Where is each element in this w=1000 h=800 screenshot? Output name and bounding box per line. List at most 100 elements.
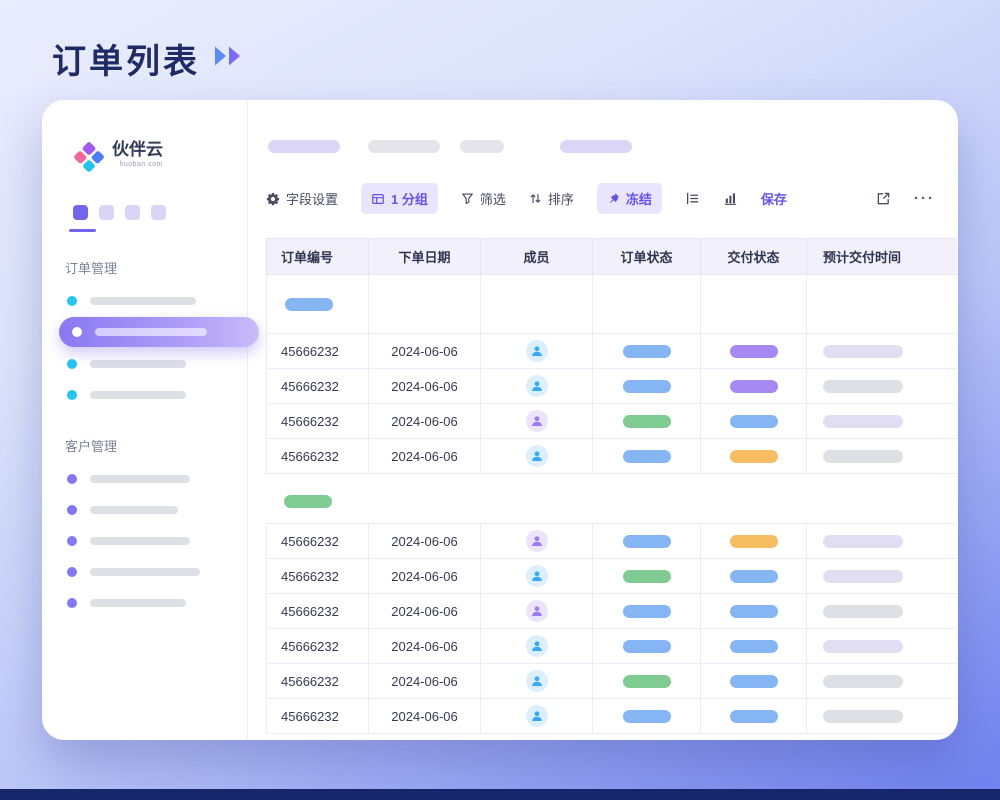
sidebar-item[interactable] xyxy=(43,285,247,316)
eta-skeleton-pill xyxy=(823,345,903,358)
sidebar-item[interactable] xyxy=(43,587,247,618)
cell-member xyxy=(481,559,593,593)
status-pill xyxy=(623,415,671,428)
table-row[interactable]: 45666232 2024-06-06 xyxy=(267,664,958,699)
share-button[interactable] xyxy=(876,191,891,206)
save-button[interactable]: 保存 xyxy=(761,189,787,208)
status-pill xyxy=(623,570,671,583)
app-tab-square-active[interactable] xyxy=(73,205,88,220)
sidebar-item[interactable] xyxy=(43,348,247,379)
orders-table: 订单编号下单日期成员订单状态交付状态预计交付时间 45666232 2024-0… xyxy=(266,238,958,734)
sidebar-sections: 订单管理 客户管理 xyxy=(43,258,247,618)
cell-delivery-status xyxy=(701,334,807,368)
member-avatar-icon xyxy=(526,565,548,587)
group-cell xyxy=(592,489,700,513)
skeleton-pill xyxy=(368,140,440,153)
cell-order-status xyxy=(593,439,701,473)
sort-button[interactable]: 排序 xyxy=(529,189,574,208)
cell-order-date: 2024-06-06 xyxy=(369,559,481,593)
group-cell xyxy=(481,275,593,333)
group-label: 1 分组 xyxy=(391,189,428,208)
table-row[interactable]: 45666232 2024-06-06 xyxy=(267,699,958,734)
app-tab-square[interactable] xyxy=(125,205,140,220)
bottom-accent-bar xyxy=(0,789,1000,800)
group-header-row[interactable] xyxy=(266,275,958,334)
field-settings-button[interactable]: 字段设置 xyxy=(266,189,338,208)
group-cell xyxy=(807,275,958,333)
row-height-icon xyxy=(685,191,700,206)
group-cell xyxy=(701,275,807,333)
cell-order-no: 45666232 xyxy=(267,664,369,698)
bar-chart-icon xyxy=(723,191,738,206)
delivery-pill xyxy=(730,415,778,428)
cell-order-date: 2024-06-06 xyxy=(369,664,481,698)
cell-member xyxy=(481,629,593,663)
sort-label: 排序 xyxy=(548,189,574,208)
delivery-pill xyxy=(730,710,778,723)
group-header-row[interactable] xyxy=(266,489,958,513)
table-row[interactable]: 45666232 2024-06-06 xyxy=(267,439,958,474)
sidebar-item[interactable] xyxy=(43,525,247,556)
eta-skeleton-pill xyxy=(823,605,903,618)
delivery-pill xyxy=(730,535,778,548)
cell-eta xyxy=(807,559,958,593)
table-row[interactable]: 45666232 2024-06-06 xyxy=(267,369,958,404)
group-pill xyxy=(284,495,332,508)
column-header[interactable]: 成员 xyxy=(481,239,593,274)
cell-order-date: 2024-06-06 xyxy=(369,594,481,628)
sidebar: 伙伴云 huoban.com 订单管理 客户管理 xyxy=(43,101,248,739)
sidebar-item[interactable] xyxy=(43,463,247,494)
chart-button[interactable] xyxy=(723,191,738,206)
bullet-dot xyxy=(67,598,77,608)
table-row[interactable]: 45666232 2024-06-06 xyxy=(267,524,958,559)
bullet-dot xyxy=(67,474,77,484)
sidebar-item[interactable] xyxy=(43,494,247,525)
table-row[interactable]: 45666232 2024-06-06 xyxy=(267,594,958,629)
more-button[interactable]: ··· xyxy=(914,190,935,207)
cell-order-date: 2024-06-06 xyxy=(369,369,481,403)
cell-order-no: 45666232 xyxy=(267,369,369,403)
app-tab-square[interactable] xyxy=(151,205,166,220)
member-avatar-icon xyxy=(526,600,548,622)
cell-member xyxy=(481,404,593,438)
sidebar-item[interactable] xyxy=(43,379,247,410)
row-height-button[interactable] xyxy=(685,191,700,206)
cell-eta xyxy=(807,334,958,368)
skeleton-text xyxy=(90,391,186,399)
cell-eta xyxy=(807,524,958,558)
sidebar-item[interactable] xyxy=(43,556,247,587)
skeleton-pill xyxy=(560,140,632,153)
cell-order-date: 2024-06-06 xyxy=(369,439,481,473)
skeleton-text xyxy=(90,506,178,514)
group-cell xyxy=(593,275,701,333)
column-header[interactable]: 下单日期 xyxy=(369,239,481,274)
gear-icon xyxy=(266,192,280,206)
column-header[interactable]: 预计交付时间 xyxy=(807,239,958,274)
member-avatar-icon xyxy=(526,375,548,397)
table-row[interactable]: 45666232 2024-06-06 xyxy=(267,334,958,369)
section-label: 客户管理 xyxy=(65,436,247,455)
table-row[interactable]: 45666232 2024-06-06 xyxy=(267,629,958,664)
cell-order-status xyxy=(593,404,701,438)
status-pill xyxy=(623,535,671,548)
cell-eta xyxy=(807,369,958,403)
cell-order-date: 2024-06-06 xyxy=(369,334,481,368)
funnel-icon xyxy=(461,192,474,205)
logo-name: 伙伴云 xyxy=(112,141,163,158)
sidebar-item-selected[interactable] xyxy=(59,317,259,347)
status-pill xyxy=(623,605,671,618)
table-row[interactable]: 45666232 2024-06-06 xyxy=(267,559,958,594)
app-tabs xyxy=(73,205,247,220)
group-button[interactable]: 1 分组 xyxy=(361,183,438,214)
freeze-button[interactable]: 冻结 xyxy=(597,183,662,214)
column-header[interactable]: 订单编号 xyxy=(267,239,369,274)
column-header[interactable]: 交付状态 xyxy=(701,239,807,274)
table-row[interactable]: 45666232 2024-06-06 xyxy=(267,404,958,439)
delivery-pill xyxy=(730,605,778,618)
cell-member xyxy=(481,334,593,368)
app-tab-square[interactable] xyxy=(99,205,114,220)
cell-delivery-status xyxy=(701,439,807,473)
more-label: ··· xyxy=(914,190,935,207)
filter-button[interactable]: 筛选 xyxy=(461,189,506,208)
column-header[interactable]: 订单状态 xyxy=(593,239,701,274)
